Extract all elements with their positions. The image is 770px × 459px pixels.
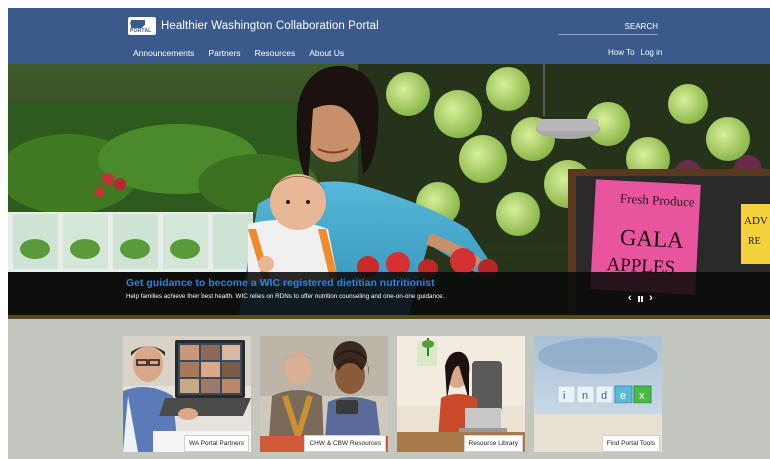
carousel-caption-title[interactable]: Get guidance to become a WIC registered …: [126, 277, 435, 289]
sign-edge-re: RE: [748, 236, 761, 247]
site-title: Healthier Washington Collaboration Porta…: [161, 20, 379, 32]
card-resource-library[interactable]: Resource Library: [397, 336, 525, 452]
index-letter-e: e: [620, 390, 626, 402]
index-letter-d: d: [601, 390, 607, 402]
card-label: Find Portal Tools: [601, 435, 660, 452]
index-letter-n: n: [582, 390, 588, 402]
carousel-prev-icon[interactable]: ‹: [628, 293, 632, 304]
index-letter-i: i: [563, 390, 565, 402]
carousel-next-icon[interactable]: ›: [649, 293, 653, 304]
logo-badge-text: WA PORTAL: [130, 22, 152, 34]
carousel-controls: ‹ ›: [628, 293, 653, 304]
log-in-link[interactable]: Log in: [641, 48, 663, 57]
how-to-link[interactable]: How To: [608, 48, 635, 57]
card-label: CHW & CBW Resources: [304, 435, 386, 452]
nav-item-about-us[interactable]: About Us: [309, 48, 344, 58]
sign-edge-adv: ADV: [744, 215, 768, 227]
card-label: Resource Library: [463, 435, 523, 452]
produce-sign-edge: ADV RE: [741, 204, 770, 264]
card-label: WA Portal Partners: [183, 435, 249, 452]
carousel-pause-icon[interactable]: [637, 295, 644, 302]
utility-nav: How To Log in: [608, 48, 662, 57]
site-logo[interactable]: WA PORTAL Healthier Washington Collabora…: [128, 17, 379, 35]
search-input[interactable]: [558, 19, 658, 34]
nav-item-resources[interactable]: Resources: [255, 48, 296, 58]
nav-item-announcements[interactable]: Announcements: [133, 48, 194, 58]
nav-item-partners[interactable]: Partners: [208, 48, 240, 58]
card-find-portal-tools[interactable]: i n d e x Find Portal Tools: [534, 336, 662, 452]
main-nav: Announcements Partners Resources About U…: [133, 48, 344, 58]
page: WA PORTAL Healthier Washington Collabora…: [0, 0, 770, 459]
wa-portal-logo-icon: WA PORTAL: [128, 17, 156, 35]
sign-gala: GALA: [619, 225, 684, 253]
index-letter-x: x: [639, 390, 645, 402]
card-wa-portal-partners[interactable]: WA Portal Partners: [123, 336, 251, 452]
carousel-caption-text: Help families achieve their best health.…: [126, 293, 445, 300]
search-box: [558, 19, 658, 35]
site-header: WA PORTAL Healthier Washington Collabora…: [8, 8, 770, 64]
carousel-caption: Get guidance to become a WIC registered …: [8, 272, 770, 315]
card-chw-cbw-resources[interactable]: CHW & CBW Resources: [260, 336, 388, 452]
